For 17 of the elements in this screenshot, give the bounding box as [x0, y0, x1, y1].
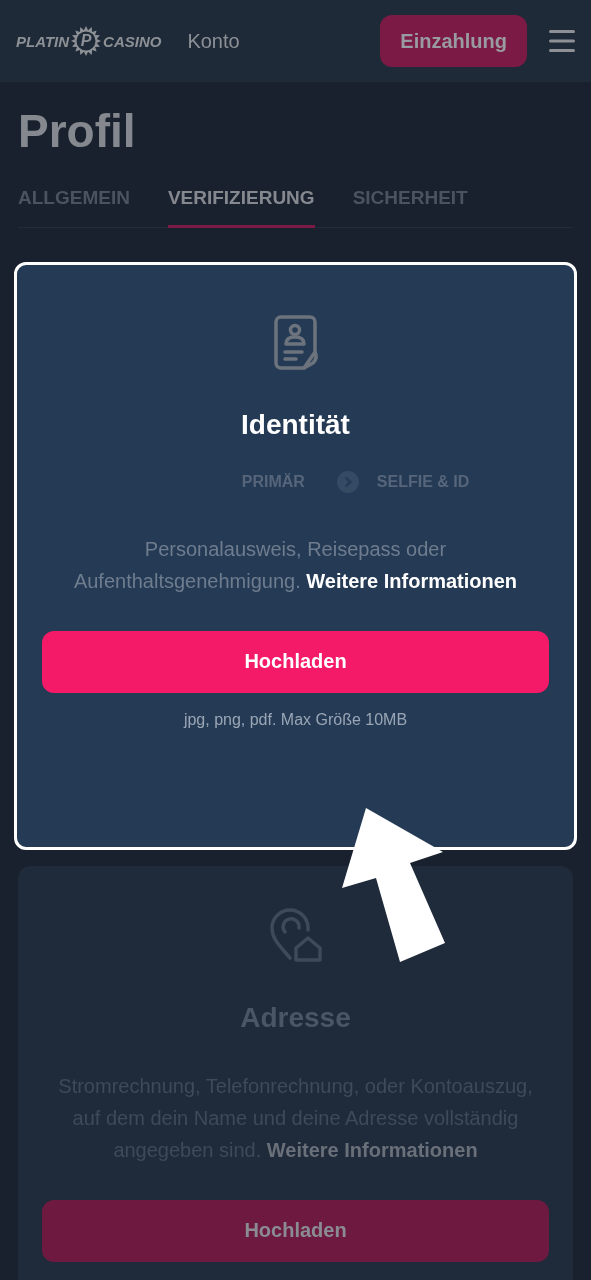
logo-badge: P: [71, 26, 102, 56]
menu-icon[interactable]: [549, 29, 575, 53]
page-title: Profil: [18, 106, 137, 157]
file-hint: jpg, png, pdf. Max Größe 10MB: [183, 710, 408, 729]
deposit-button[interactable]: Einzahlung: [380, 15, 527, 67]
location-home-icon: [267, 907, 324, 964]
card-title: Identität: [241, 408, 350, 441]
upload-button[interactable]: Hochladen: [42, 1199, 549, 1262]
id-document-icon: [273, 314, 318, 371]
upload-button[interactable]: Hochladen: [42, 630, 549, 693]
info-link[interactable]: Weitere Informationen: [306, 569, 518, 592]
nav-link[interactable]: Konto: [187, 29, 240, 53]
logo-text: PLATIN: [16, 32, 70, 50]
tab[interactable]: VERIFIZIERUNG: [167, 186, 315, 228]
card-description: Personalausweis, Reisepass oder Aufenthaltsgenehmigung. Weitere Informationen: [72, 536, 519, 594]
info-link[interactable]: Weitere Informationen: [266, 1138, 478, 1161]
logo-text: CASINO: [103, 32, 162, 50]
